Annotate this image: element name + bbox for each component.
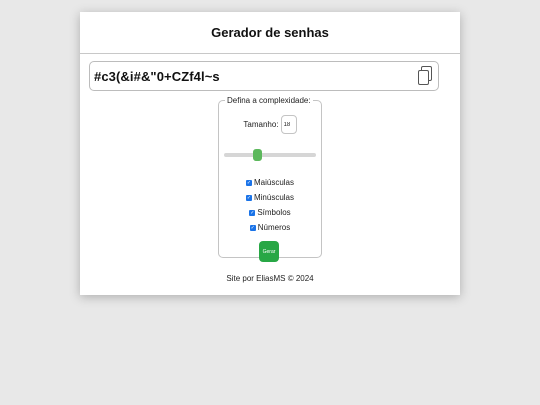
password-text: #c3(&i#&"0+CZf4l~s	[94, 68, 220, 84]
password-output[interactable]: #c3(&i#&"0+CZf4l~s	[89, 61, 439, 91]
generate-button[interactable]: Gerar	[259, 241, 279, 262]
option-numbers[interactable]: ✓ Números	[219, 220, 321, 235]
option-lowercase[interactable]: ✓ Minúsculas	[219, 190, 321, 205]
option-label: Símbolos	[257, 208, 291, 217]
checkbox-checked-icon[interactable]: ✓	[245, 179, 252, 186]
complexity-legend: Defina a complexidade:	[227, 96, 311, 105]
footer-credit: Site por EliasMS © 2024	[226, 274, 314, 283]
options-list: ✓ Maiúsculas ✓ Minúsculas ✓ Símbolos ✓ N…	[219, 175, 321, 235]
size-input[interactable]	[280, 115, 297, 134]
copy-icon[interactable]	[417, 66, 433, 86]
option-symbols[interactable]: ✓ Símbolos	[219, 205, 321, 220]
length-slider[interactable]	[224, 149, 316, 161]
slider-thumb[interactable]	[253, 149, 263, 161]
size-row: Tamanho:	[219, 115, 321, 134]
header: Gerador de senhas	[80, 12, 460, 54]
option-label: Minúsculas	[253, 193, 294, 202]
checkbox-checked-icon[interactable]: ✓	[249, 224, 256, 231]
option-label: Números	[257, 223, 291, 232]
option-uppercase[interactable]: ✓ Maiúsculas	[219, 175, 321, 190]
page-title: Gerador de senhas	[211, 25, 329, 40]
checkbox-checked-icon[interactable]: ✓	[249, 209, 256, 216]
complexity-fieldset: Defina a complexidade: Tamanho: ✓ Maiúsc…	[218, 96, 322, 262]
option-label: Maiúsculas	[253, 178, 294, 187]
checkbox-checked-icon[interactable]: ✓	[245, 194, 252, 201]
generator-card: Gerador de senhas #c3(&i#&"0+CZf4l~s Def…	[80, 12, 460, 295]
size-label: Tamanho:	[243, 120, 279, 129]
